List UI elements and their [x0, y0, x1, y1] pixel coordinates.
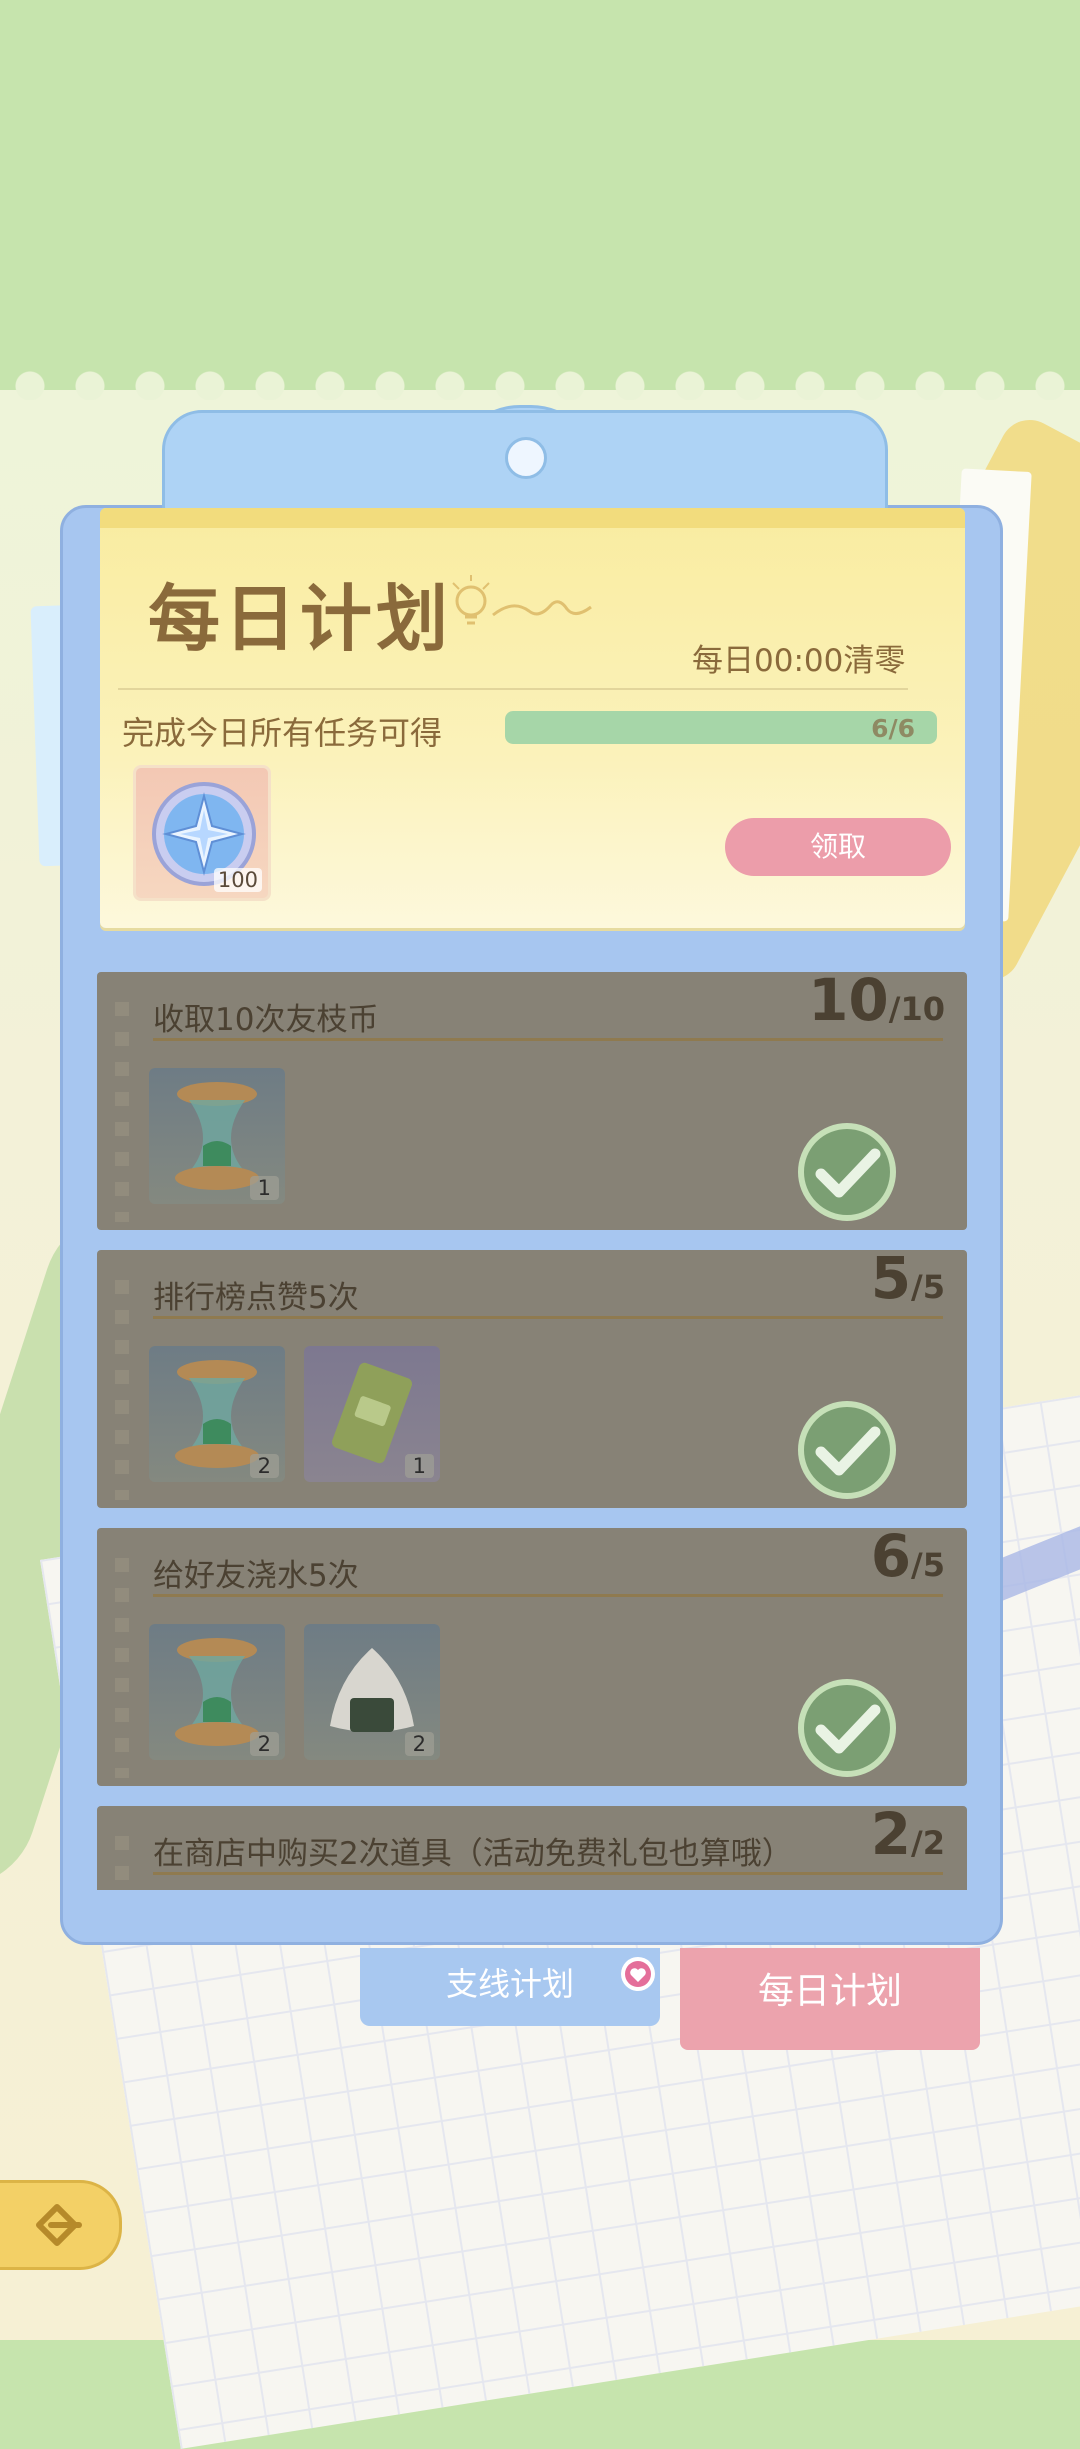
reward-item[interactable]: 2: [149, 1624, 285, 1760]
completed-check-icon: [798, 1401, 896, 1499]
bullet-dots: [115, 1002, 129, 1222]
task-total: /5: [911, 1546, 945, 1584]
task-name: 收取10次友枝币: [153, 1002, 379, 1038]
task-name: 排行榜点赞5次: [153, 1280, 359, 1316]
task-count: 2: [870, 1800, 912, 1868]
lightbulb-icon: [452, 575, 592, 625]
task-list[interactable]: 收取10次友枝币 10/10 1 排行榜点赞5次 5/5 2 1 给好友浇水5次…: [97, 972, 967, 1890]
reward-qty: 1: [249, 1176, 279, 1200]
task-card: 收取10次友枝币 10/10 1: [97, 972, 967, 1230]
reward-count: 100: [213, 868, 262, 892]
reward-item[interactable]: 1: [149, 1068, 285, 1204]
task-underline: [153, 1038, 943, 1041]
completed-check-icon: [798, 1123, 896, 1221]
tab-side-plan[interactable]: 支线计划: [360, 1948, 660, 2026]
header-strip: [100, 508, 965, 528]
back-arrow-icon: [36, 2204, 82, 2246]
task-card: 排行榜点赞5次 5/5 2 1: [97, 1244, 967, 1508]
bullet-dots: [115, 1836, 129, 1890]
task-progress: 5/5: [871, 1244, 945, 1312]
progress-bar: 6/6: [505, 711, 937, 744]
reward-item[interactable]: 2: [149, 1346, 285, 1482]
task-underline: [153, 1316, 943, 1319]
reward-item[interactable]: 2: [304, 1624, 440, 1760]
heart-badge-icon: [621, 1957, 655, 1991]
completed-check-icon: [798, 1679, 896, 1777]
header-divider: [118, 688, 908, 690]
reward-qty: 2: [404, 1732, 434, 1756]
tab-daily-plan[interactable]: 每日计划: [680, 1948, 980, 2050]
task-count: 5: [870, 1244, 912, 1312]
reward-qty: 2: [249, 1454, 279, 1478]
task-progress: 6/5: [871, 1522, 945, 1590]
task-total: /2: [911, 1824, 945, 1862]
task-underline: [153, 1594, 943, 1597]
reward-item[interactable]: 100: [133, 765, 271, 901]
reward-label: 完成今日所有任务可得: [122, 714, 443, 752]
task-progress: 10/10: [808, 972, 945, 1034]
task-name: 给好友浇水5次: [153, 1558, 359, 1594]
task-count: 10: [808, 972, 889, 1034]
clip-hole: [505, 437, 547, 479]
back-button[interactable]: [0, 2180, 122, 2270]
top-background: [0, 0, 1080, 380]
task-total: /5: [911, 1268, 945, 1306]
task-name: 在商店中购买2次道具（活动免费礼包也算哦）: [153, 1836, 793, 1872]
reward-item[interactable]: 1: [304, 1346, 440, 1482]
bullet-dots: [115, 1280, 129, 1500]
bullet-dots: [115, 1558, 129, 1778]
task-total: /10: [888, 990, 945, 1028]
progress-text: 6/6: [871, 714, 915, 743]
task-card: 在商店中购买2次道具（活动免费礼包也算哦） 2/2: [97, 1800, 967, 1890]
task-card: 给好友浇水5次 6/5 2 2: [97, 1522, 967, 1786]
scallop-border: [0, 360, 1080, 400]
reset-time-text: 每日00:00清零: [692, 643, 906, 679]
task-count: 6: [870, 1522, 912, 1590]
reward-qty: 1: [404, 1454, 434, 1478]
task-progress: 2/2: [871, 1800, 945, 1868]
task-underline: [153, 1872, 943, 1875]
reward-qty: 2: [249, 1732, 279, 1756]
claim-button[interactable]: 领取: [725, 818, 951, 876]
page-title: 每日计划: [148, 577, 453, 661]
